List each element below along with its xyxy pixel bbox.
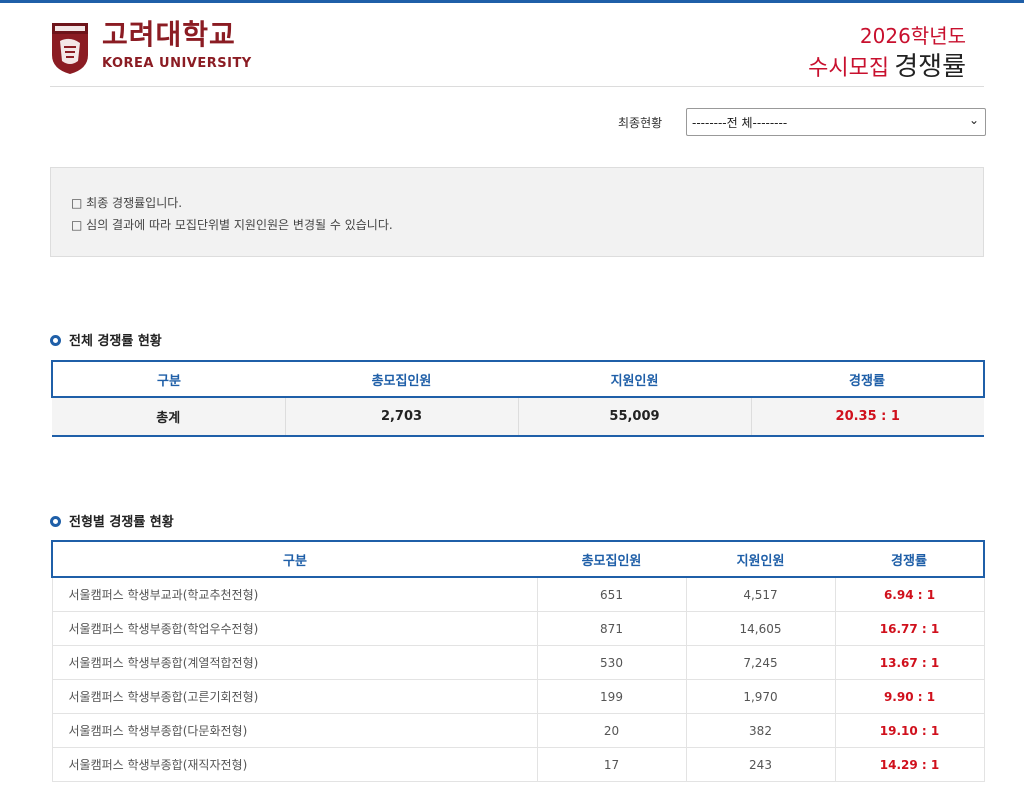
university-name-en: KOREA UNIVERSITY [102,56,252,71]
column-header: 경쟁률 [751,360,985,398]
table-row: 서울캠퍼스 학생부종합(고른기회전형) 199 1,970 9.90 : 1 [51,679,985,714]
by-type-section-title: 전형별 경쟁률 현황 [50,511,174,530]
row-quota: 651 [537,577,687,612]
status-filter: 최종현황 --------전 체-------- ⌄ [600,108,986,136]
by-type-section-title-text: 전형별 경쟁률 현황 [69,515,174,530]
row-category: 서울캠퍼스 학생부종합(학업우수전형) [51,611,538,646]
row-rate: 6.94 : 1 [835,577,985,612]
status-select[interactable]: --------전 체-------- ⌄ [686,108,986,136]
overall-section-title: 전체 경쟁률 현황 [50,330,162,349]
total-quota: 2,703 [285,397,519,437]
table-header-row: 구분 총모집인원 지원인원 경쟁률 [51,360,985,398]
row-quota: 17 [537,747,687,782]
total-applicants: 55,009 [518,397,752,437]
row-quota: 20 [537,713,687,748]
bullet-icon [50,335,61,346]
row-quota: 871 [537,611,687,646]
column-header: 경쟁률 [835,540,985,578]
total-row: 총계 2,703 55,009 20.35 : 1 [52,397,984,437]
overall-table: 구분 총모집인원 지원인원 경쟁률 총계 2,703 55,009 20.35 … [51,360,985,437]
row-category: 서울캠퍼스 학생부종합(다문화전형) [51,713,538,748]
column-header: 총모집인원 [285,360,518,398]
bullet-icon [50,516,61,527]
by-type-table: 구분 총모집인원 지원인원 경쟁률 서울캠퍼스 학생부교과(학교추천전형) 65… [51,540,985,782]
row-applicants: 4,517 [686,577,836,612]
table-row: 서울캠퍼스 학생부종합(재직자전형) 17 243 14.29 : 1 [51,747,985,782]
row-applicants: 382 [686,713,836,748]
row-category: 서울캠퍼스 학생부종합(재직자전형) [51,747,538,782]
page-header: 고려대학교 KOREA UNIVERSITY 2026학년도 수시모집 경쟁률 [50,14,984,87]
table-row: 서울캠퍼스 학생부교과(학교추천전형) 651 4,517 6.94 : 1 [51,577,985,612]
admission-year: 2026학년도 [859,24,966,48]
row-quota: 199 [537,679,687,714]
page-title-type: 수시모집 [808,56,890,81]
row-rate: 9.90 : 1 [835,679,985,714]
row-rate: 19.10 : 1 [835,713,985,748]
status-select-value: --------전 체-------- [692,116,788,130]
university-name-kr: 고려대학교 [102,18,236,51]
column-header: 지원인원 [686,540,835,578]
table-header-row: 구분 총모집인원 지원인원 경쟁률 [51,540,985,578]
column-header: 구분 [51,540,537,578]
total-category: 총계 [52,397,286,437]
notice-line: □ 최종 경쟁률입니다. [71,196,183,210]
row-applicants: 7,245 [686,645,836,680]
column-header: 지원인원 [518,360,751,398]
university-logo[interactable]: 고려대학교 KOREA UNIVERSITY [50,18,270,78]
row-quota: 530 [537,645,687,680]
column-header: 구분 [51,360,285,398]
row-applicants: 1,970 [686,679,836,714]
tiger-crest-icon [52,23,88,74]
row-category: 서울캠퍼스 학생부교과(학교추천전형) [51,577,538,612]
column-header: 총모집인원 [537,540,686,578]
table-row: 서울캠퍼스 학생부종합(학업우수전형) 871 14,605 16.77 : 1 [51,611,985,646]
table-row: 서울캠퍼스 학생부종합(다문화전형) 20 382 19.10 : 1 [51,713,985,748]
row-rate: 14.29 : 1 [835,747,985,782]
table-row: 서울캠퍼스 학생부종합(계열적합전형) 530 7,245 13.67 : 1 [51,645,985,680]
notice-box: □ 최종 경쟁률입니다. □ 심의 결과에 따라 모집단위별 지원인원은 변경될… [50,167,984,257]
status-label: 최종현황 [618,116,663,130]
chevron-down-icon: ⌄ [968,113,979,127]
top-accent-bar [0,0,1024,3]
row-category: 서울캠퍼스 학생부종합(계열적합전형) [51,645,538,680]
row-applicants: 243 [686,747,836,782]
notice-line: □ 심의 결과에 따라 모집단위별 지원인원은 변경될 수 있습니다. [71,218,393,232]
overall-section-title-text: 전체 경쟁률 현황 [69,334,162,349]
page-title: 수시모집 경쟁률 [808,46,966,83]
row-rate: 16.77 : 1 [835,611,985,646]
row-category: 서울캠퍼스 학생부종합(고른기회전형) [51,679,538,714]
page-title-main: 경쟁률 [894,52,966,82]
row-rate: 13.67 : 1 [835,645,985,680]
total-rate: 20.35 : 1 [751,397,984,437]
row-applicants: 14,605 [686,611,836,646]
